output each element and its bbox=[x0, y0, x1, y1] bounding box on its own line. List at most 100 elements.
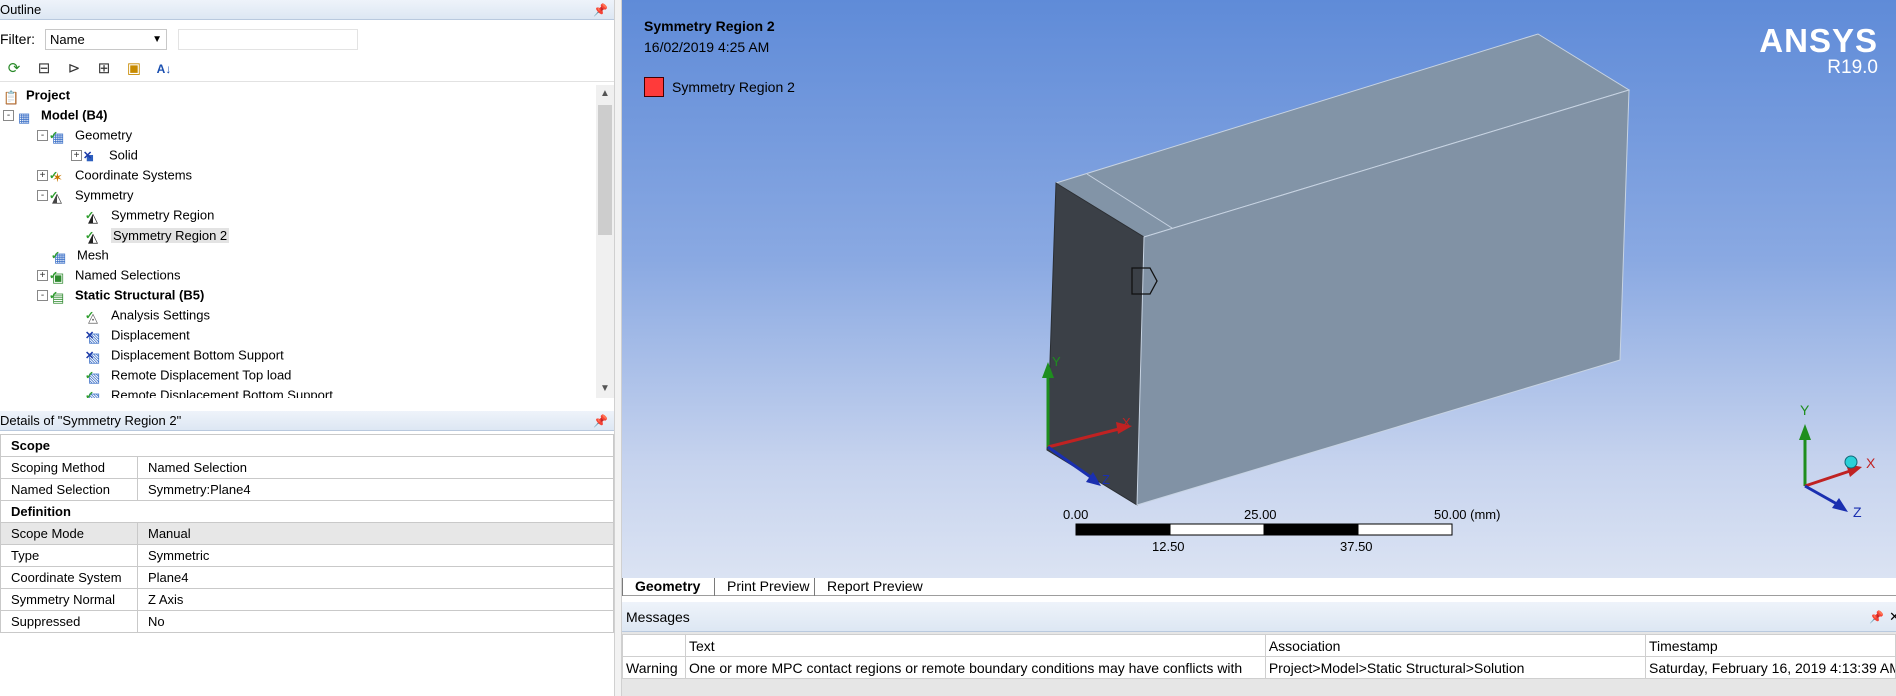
status-check-icon: ✓ bbox=[49, 289, 59, 302]
symmetry-icon: ◭ ✓ bbox=[49, 188, 70, 205]
pin-icon[interactable]: 📌 bbox=[593, 0, 608, 20]
filter-dropdown[interactable]: Name ▼ bbox=[45, 29, 167, 50]
tree-expand-icon[interactable]: ⊳ bbox=[63, 58, 85, 80]
tree-item[interactable]: - ▦ Model (B4) bbox=[3, 105, 107, 125]
local-axis-y-label: Y bbox=[1052, 354, 1061, 369]
tree-item[interactable]: ▦ ✓ Mesh bbox=[37, 245, 109, 265]
graphics-viewport[interactable]: Symmetry Region 2 16/02/2019 4:25 AM Sym… bbox=[622, 0, 1896, 578]
pin-icon[interactable]: 📌 bbox=[593, 411, 608, 431]
collapse-icon[interactable]: - bbox=[37, 130, 48, 142]
message-severity: Warning bbox=[622, 656, 686, 679]
expand-icon[interactable]: + bbox=[37, 170, 48, 182]
column-header[interactable] bbox=[622, 634, 686, 657]
status-check-icon: ✓ bbox=[85, 309, 95, 322]
tab-print-preview[interactable]: Print Preview bbox=[714, 578, 821, 596]
expand-icon[interactable]: + bbox=[71, 150, 82, 162]
pin-icon[interactable]: 📌 bbox=[1869, 602, 1884, 632]
scale-label: 25.00 bbox=[1244, 507, 1277, 522]
details-value[interactable]: Symmetry:Plane4 bbox=[137, 478, 614, 501]
solid-body-icon: ■ ✕ bbox=[83, 148, 104, 165]
pane-splitter[interactable] bbox=[614, 0, 622, 696]
tree-item-label: Symmetry bbox=[75, 187, 134, 203]
remote-displacement-icon: ▧ ✓ bbox=[85, 388, 106, 398]
tree-item[interactable]: ◭ ✓ Symmetry Region 2 bbox=[71, 225, 230, 245]
details-value[interactable]: Plane4 bbox=[137, 566, 614, 589]
tree-item[interactable]: - ◭ ✓ Symmetry bbox=[37, 185, 134, 205]
tree-scrollbar[interactable]: ▲ ▼ bbox=[596, 85, 614, 398]
tree-item[interactable]: + ▣ ✓ Named Selections bbox=[37, 265, 181, 285]
details-value[interactable]: Z Axis bbox=[137, 588, 614, 611]
global-axis-z-arrow bbox=[1832, 498, 1848, 512]
details-value[interactable]: Named Selection bbox=[137, 456, 614, 479]
tab-report-preview[interactable]: Report Preview bbox=[814, 578, 935, 596]
details-value[interactable]: No bbox=[137, 610, 614, 633]
coordinate-systems-icon: ✶ ✓ bbox=[49, 168, 70, 185]
global-axis-z bbox=[1804, 484, 1838, 506]
collapse-all-icon[interactable]: ⊟ bbox=[33, 58, 55, 80]
details-section-header[interactable]: Definition bbox=[0, 500, 614, 523]
tree-item[interactable]: ◭ ✓ Symmetry Region bbox=[71, 205, 214, 225]
tree-item[interactable]: ▧ ✕ Displacement Bottom Support bbox=[71, 345, 284, 365]
collapse-icon[interactable]: - bbox=[37, 290, 48, 302]
tab-geometry[interactable]: Geometry bbox=[622, 578, 712, 596]
column-header[interactable]: Timestamp bbox=[1644, 634, 1896, 657]
scale-bar-segment-3 bbox=[1263, 523, 1359, 536]
close-icon[interactable]: ✕ bbox=[1889, 602, 1896, 632]
tree-item[interactable]: ◬ ✓ Analysis Settings bbox=[71, 305, 210, 325]
messages-table: Text Association Timestamp Warning One o… bbox=[622, 634, 1896, 679]
status-check-icon: ✓ bbox=[85, 229, 95, 242]
details-row[interactable]: Symmetry Normal Z Axis bbox=[0, 588, 614, 611]
model-graphics[interactable]: Y X Z Y X Z bbox=[622, 0, 1896, 578]
scroll-down-icon[interactable]: ▼ bbox=[596, 380, 614, 398]
refresh-icon[interactable]: ⟳ bbox=[3, 58, 25, 80]
message-row[interactable]: Warning One or more MPC contact regions … bbox=[622, 656, 1896, 679]
folder-icon[interactable]: ▣ bbox=[123, 58, 145, 80]
expand-icon[interactable]: + bbox=[37, 270, 48, 282]
filter-dropdown-value: Name bbox=[50, 32, 85, 47]
details-row[interactable]: Scope Mode Manual bbox=[0, 522, 614, 545]
message-association: Project>Model>Static Structural>Solution bbox=[1264, 656, 1646, 679]
details-key: Type bbox=[0, 544, 138, 567]
triad-iso-ball-icon[interactable] bbox=[1844, 455, 1858, 469]
tree-item-label: Displacement bbox=[111, 327, 190, 343]
global-axis-y-label: Y bbox=[1800, 402, 1810, 418]
column-header[interactable]: Association bbox=[1264, 634, 1646, 657]
tree-item[interactable]: ▧ ✕ Displacement bbox=[71, 325, 190, 345]
messages-panel: Messages 📌 ✕ Text Association Timestamp … bbox=[622, 602, 1896, 696]
filter-label: Filter: bbox=[0, 31, 35, 47]
details-row[interactable]: Named Selection Symmetry:Plane4 bbox=[0, 478, 614, 501]
collapse-icon[interactable]: - bbox=[3, 110, 14, 122]
details-section-header[interactable]: Scope bbox=[0, 434, 614, 457]
tree-item[interactable]: + ✶ ✓ Coordinate Systems bbox=[37, 165, 192, 185]
global-axis-z-label: Z bbox=[1853, 504, 1862, 520]
expand-all-icon[interactable]: ⊞ bbox=[93, 58, 115, 80]
details-row[interactable]: Suppressed No bbox=[0, 610, 614, 633]
message-text: One or more MPC contact regions or remot… bbox=[684, 656, 1266, 679]
filter-search-input[interactable] bbox=[178, 29, 358, 50]
outline-panel-title: Outline 📌 bbox=[0, 0, 614, 20]
sort-az-icon[interactable]: A↓ bbox=[153, 58, 175, 80]
details-value[interactable]: Symmetric bbox=[137, 544, 614, 567]
tree-item[interactable]: ▧ ✓ Remote Displacement Top load bbox=[71, 365, 291, 385]
column-header[interactable]: Text bbox=[684, 634, 1266, 657]
scale-label: 0.00 bbox=[1063, 507, 1089, 522]
scroll-up-icon[interactable]: ▲ bbox=[596, 85, 614, 103]
tree-item-label: Coordinate Systems bbox=[75, 167, 193, 183]
collapse-icon[interactable]: - bbox=[37, 190, 48, 202]
details-key: Coordinate System bbox=[0, 566, 138, 589]
tree-item[interactable]: + ■ ✕ Solid bbox=[71, 145, 138, 165]
scroll-thumb[interactable] bbox=[598, 105, 612, 235]
details-row[interactable]: Scoping Method Named Selection bbox=[0, 456, 614, 479]
scale-label: 12.50 bbox=[1152, 539, 1185, 554]
mesh-icon: ▦ ✓ bbox=[51, 248, 72, 265]
details-value[interactable]: Manual bbox=[137, 522, 614, 545]
details-key: Symmetry Normal bbox=[0, 588, 138, 611]
details-row[interactable]: Type Symmetric bbox=[0, 544, 614, 567]
details-row[interactable]: Coordinate System Plane4 bbox=[0, 566, 614, 589]
tree-item[interactable]: - ▤ ✓ Static Structural (B5) bbox=[37, 285, 204, 305]
tree-item[interactable]: 📋 Project bbox=[3, 85, 70, 105]
project-icon: 📋 bbox=[3, 89, 20, 105]
tree-item[interactable]: ▧ ✓ Remote Displacement Bottom Support bbox=[71, 385, 333, 398]
scale-bar-segment-4 bbox=[1357, 523, 1453, 536]
tree-item[interactable]: - ▦ ✓ Geometry bbox=[37, 125, 132, 145]
